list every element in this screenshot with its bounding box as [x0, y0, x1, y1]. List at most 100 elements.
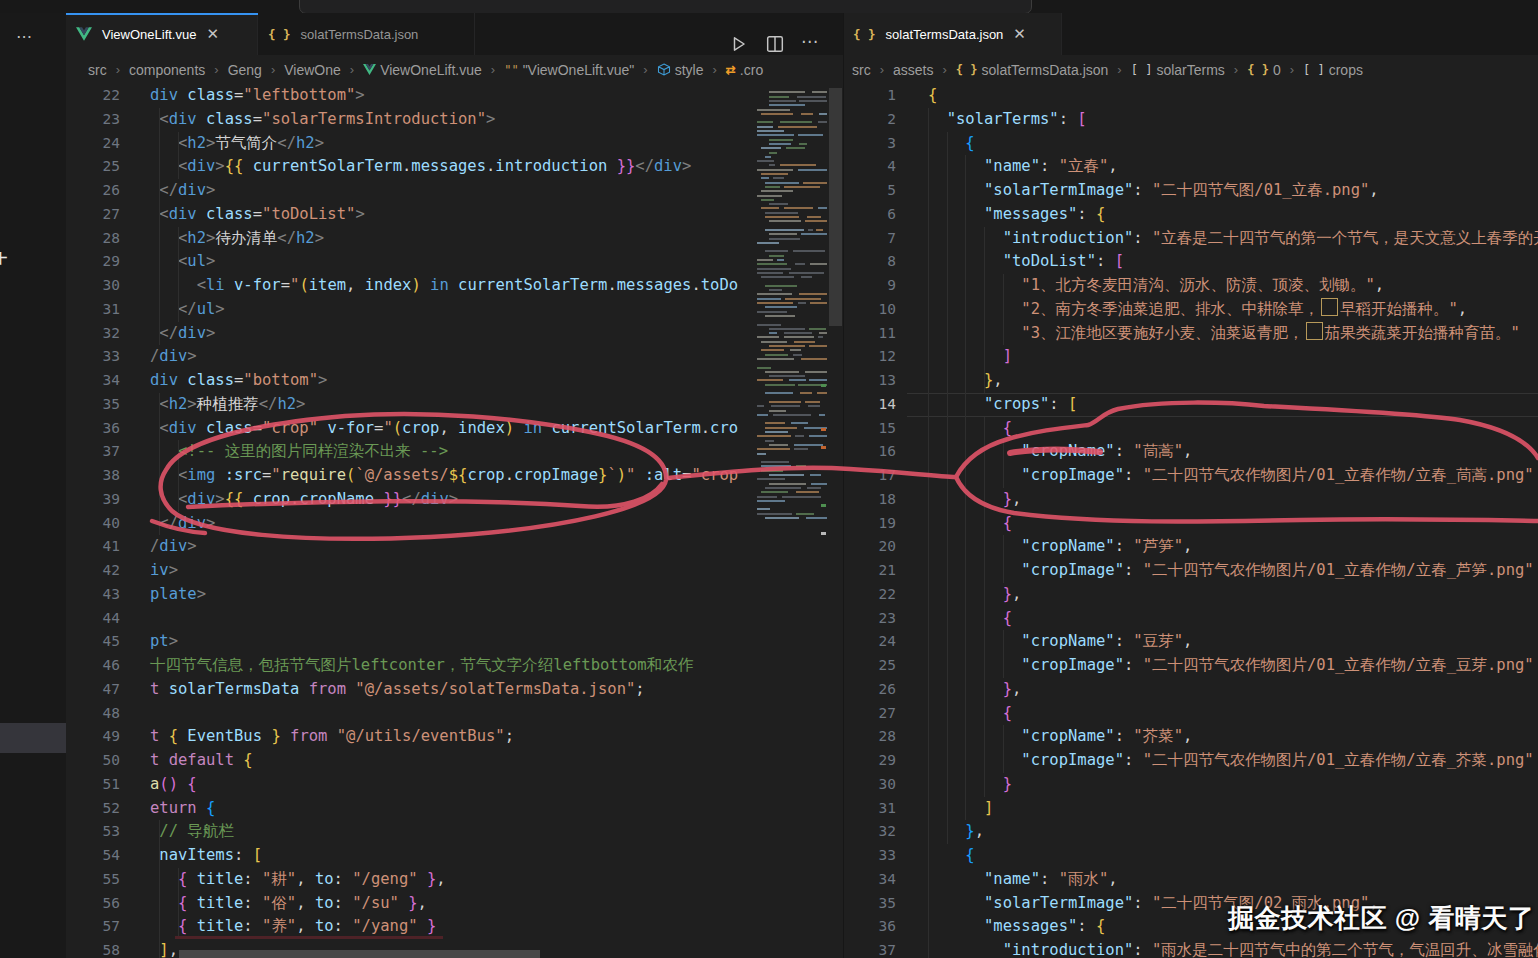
code-line[interactable]: t { EventBus } from "@/utils/eventBus"; [150, 725, 514, 749]
code-line[interactable]: { title: "耕", to: "/geng" }, [150, 868, 446, 892]
code-line[interactable]: "solarTerms": [ [928, 108, 1087, 132]
code-line[interactable]: "messages": { [928, 203, 1105, 227]
code-line[interactable]: "introduction": "立春是二十四节气的第一个节气，是天文意义上春季… [928, 227, 1538, 251]
more-actions-icon[interactable]: ⋯ [801, 31, 818, 52]
code-line[interactable]: t default { [150, 749, 253, 773]
breadcrumb-item[interactable]: Geng [228, 62, 262, 78]
code-line[interactable]: <h2>节气简介</h2> [150, 132, 324, 156]
breadcrumb-item[interactable]: { }solatTermsData.json [956, 62, 1109, 78]
code-line[interactable]: "3、江淮地区要施好小麦、油菜返青肥，茄果类蔬菜开始播种育苗。" [928, 322, 1520, 346]
line-number: 8 [843, 250, 896, 274]
minimap-line [761, 465, 791, 467]
code-line[interactable]: <div class="crop" v-for="(crop, index) i… [150, 417, 738, 441]
code-line[interactable]: "cropImage": "二十四节气农作物图片/01_立春作物/立春_茼蒿.p… [928, 464, 1534, 488]
breadcrumb-item[interactable]: assets [893, 62, 933, 78]
code-line[interactable]: { [928, 84, 937, 108]
code-line[interactable]: eturn { [150, 797, 215, 821]
editor-viewonelift[interactable]: 22div class="leftbottom">23 <div class="… [66, 84, 755, 958]
code-line[interactable]: ] [928, 797, 993, 821]
code-line[interactable]: "messages": { [928, 915, 1105, 939]
code-line[interactable]: <div class="solarTermsIntroduction"> [150, 108, 495, 132]
code-line[interactable]: /div> [150, 345, 197, 369]
close-icon[interactable]: ✕ [1013, 25, 1026, 43]
code-line[interactable]: }, [928, 820, 984, 844]
code-line[interactable]: plate> [150, 583, 206, 607]
code-line[interactable]: <div>{{ crop.cropName }}</div> [150, 488, 458, 512]
code-line[interactable]: "cropName": "芥菜", [928, 725, 1192, 749]
code-line[interactable]: "cropName": "豆芽", [928, 630, 1192, 654]
vertical-scrollbar[interactable] [829, 88, 842, 326]
breadcrumb-item[interactable]: src [852, 62, 871, 78]
code-line[interactable]: div class="bottom"> [150, 369, 327, 393]
breadcrumb-item[interactable]: ⇄.cro [726, 62, 763, 78]
breadcrumb-item[interactable]: style [657, 62, 704, 78]
code-line[interactable]: iv> [150, 559, 178, 583]
code-line[interactable]: }, [928, 488, 1021, 512]
tab-viewonelift-vue[interactable]: ViewOneLift.vue ✕ [66, 13, 258, 55]
code-line[interactable]: <li v-for="(item, index) in currentSolar… [150, 274, 738, 298]
code-line[interactable]: "name": "雨水", [928, 868, 1118, 892]
breadcrumb-item[interactable]: [ ]crops [1303, 62, 1363, 78]
code-line[interactable]: { [928, 132, 975, 156]
code-line[interactable]: 十四节气信息，包括节气图片leftconter，节气文字介绍leftbottom… [150, 654, 693, 678]
code-line[interactable]: "toDoList": [ [928, 250, 1124, 274]
code-line[interactable]: <!-- 这里的图片同样渲染不出来 --> [150, 440, 448, 464]
code-line[interactable]: navItems: [ [150, 844, 262, 868]
breadcrumb-item[interactable]: { }0 [1247, 62, 1280, 78]
close-icon[interactable]: ✕ [206, 25, 219, 43]
indent-guide [1003, 274, 1004, 345]
code-line[interactable]: <h2>待办清单</h2> [150, 227, 324, 251]
code-line[interactable]: "1、北方冬麦田清沟、沥水、防渍、顶凌、划锄。", [928, 274, 1384, 298]
breadcrumb-item[interactable]: src [88, 62, 107, 78]
code-line[interactable]: "cropName": "茼蒿", [928, 440, 1192, 464]
code-line[interactable]: "introduction": "雨水是二十四节气中的第二个节气，气温回升、冰雪… [928, 939, 1538, 958]
code-line[interactable]: { [928, 607, 1012, 631]
code-line[interactable]: "solarTermImage": "二十四节气图/01_立春.png", [928, 179, 1379, 203]
editor-group-sash[interactable] [843, 13, 844, 958]
code-line[interactable]: "crops": [ [928, 393, 1077, 417]
code-line[interactable]: { [928, 417, 1012, 441]
code-line[interactable]: { [928, 512, 1012, 536]
code-line[interactable]: "cropImage": "二十四节气农作物图片/01_立春作物/立春_芥菜.p… [928, 749, 1534, 773]
breadcrumb-item[interactable]: components [129, 62, 205, 78]
code-line[interactable]: t solarTermsData from "@/assets/solatTer… [150, 678, 645, 702]
breadcrumb-item[interactable]: [ ]solarTerms [1131, 62, 1225, 78]
code-line[interactable]: { [928, 844, 975, 868]
code-line[interactable]: "name": "立春", [928, 155, 1118, 179]
minimap-decoration [821, 532, 826, 535]
code-line[interactable]: { [928, 702, 1012, 726]
code-line[interactable]: "cropImage": "二十四节气农作物图片/01_立春作物/立春_豆芽.p… [928, 654, 1534, 678]
code-line[interactable]: <img :src="require(`@/assets/${crop.crop… [150, 464, 738, 488]
code-line[interactable]: // 导航栏 [150, 820, 234, 844]
tab-solattermsdata-json[interactable]: { } solatTermsData.json ✕ [843, 13, 1062, 55]
breadcrumb-item[interactable]: ViewOneLift.vue [363, 62, 482, 78]
horizontal-scrollbar[interactable] [179, 950, 540, 958]
code-line[interactable]: }, [928, 583, 1021, 607]
code-line[interactable]: "2、南方冬季油菜追肥、排水、中耕除草，早稻开始播种。", [928, 298, 1467, 322]
code-line[interactable]: </ul> [150, 298, 225, 322]
breadcrumb-item[interactable]: """ViewOneLift.vue" [504, 62, 634, 78]
command-center[interactable] [299, 0, 1032, 14]
minimap[interactable] [755, 84, 829, 544]
editor-solattermsdata[interactable]: 1{2 "solarTerms": [3 {4 "name": "立春",5 "… [843, 84, 1538, 958]
breadcrumb-item[interactable]: ViewOne [284, 62, 341, 78]
code-line[interactable]: }, [928, 678, 1021, 702]
code-line[interactable]: <div class="toDoList"> [150, 203, 365, 227]
code-line[interactable]: { title: "俗", to: "/su" }, [150, 892, 427, 916]
more-actions-icon[interactable]: ⋯ [16, 27, 33, 46]
code-line[interactable]: <h2>种植推荐</h2> [150, 393, 305, 417]
code-line[interactable]: div class="leftbottom"> [150, 84, 365, 108]
run-icon[interactable] [730, 35, 748, 57]
code-line[interactable]: <div>{{ currentSolarTerm.messages.introd… [150, 155, 691, 179]
code-line[interactable]: /div> [150, 535, 197, 559]
code-line[interactable]: "cropImage": "二十四节气农作物图片/01_立春作物/立春_芦笋.p… [928, 559, 1534, 583]
code-line[interactable]: "cropName": "芦笋", [928, 535, 1192, 559]
code-line[interactable]: pt> [150, 630, 178, 654]
split-editor-icon[interactable] [766, 35, 784, 57]
code-line[interactable]: a() { [150, 773, 197, 797]
code-line[interactable]: ] [928, 345, 1012, 369]
tab-solattermsdata-json[interactable]: { } solatTermsData.json [258, 13, 475, 55]
minimap-line [757, 336, 779, 338]
code-line[interactable]: } [928, 773, 1012, 797]
code-line[interactable]: ], [150, 939, 178, 958]
